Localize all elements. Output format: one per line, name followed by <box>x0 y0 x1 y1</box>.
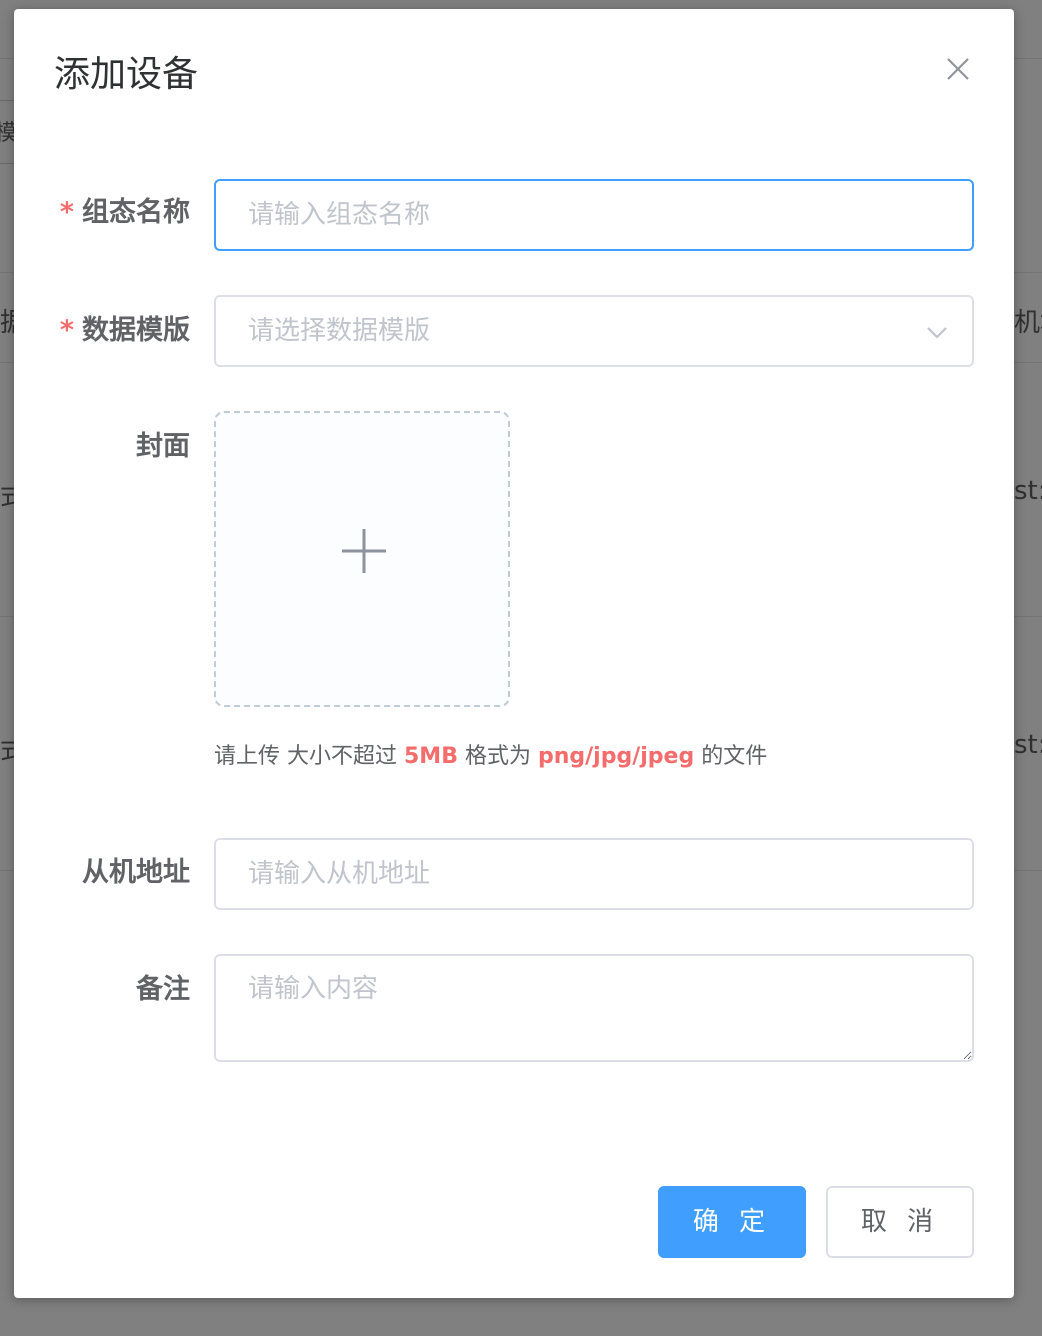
config-name-label-text: 组态名称 <box>82 197 190 228</box>
slave-address-label: 从机地址 <box>82 857 190 888</box>
close-icon <box>947 58 969 80</box>
data-template-select[interactable]: 请选择数据模版 <box>214 295 974 367</box>
bg-row1-right: st: <box>1014 476 1042 506</box>
upload-tip-prefix: 请上传 大小不超过 <box>214 744 404 769</box>
upload-tip-suffix: 的文件 <box>694 744 768 769</box>
data-template-label-text: 数据模版 <box>82 315 190 346</box>
remark-label: 备注 <box>136 974 190 1005</box>
chevron-down-icon <box>927 327 947 339</box>
upload-tip-size: 5MB <box>404 744 458 769</box>
bg-row2-right: st: <box>1014 730 1042 760</box>
confirm-button[interactable]: 确 定 <box>658 1186 806 1258</box>
required-mark: * <box>59 197 74 228</box>
bg-col-header-right: 机地 <box>1014 308 1042 338</box>
cover-upload-area[interactable] <box>214 411 510 707</box>
config-name-label: * 组态名称 <box>14 193 190 233</box>
cover-label: 封面 <box>136 431 190 462</box>
upload-tip: 请上传 大小不超过 5MB 格式为 png/jpg/jpeg 的文件 <box>214 739 767 775</box>
config-name-input[interactable] <box>214 179 974 251</box>
required-mark: * <box>59 315 74 346</box>
upload-tip-middle: 格式为 <box>457 744 538 769</box>
plus-icon <box>342 529 386 573</box>
close-button[interactable] <box>940 51 976 87</box>
data-template-placeholder: 请选择数据模版 <box>248 316 431 346</box>
data-template-label: * 数据模版 <box>14 311 190 351</box>
remark-textarea[interactable] <box>214 954 974 1062</box>
upload-tip-formats: png/jpg/jpeg <box>537 744 695 769</box>
slave-address-input[interactable] <box>214 838 974 910</box>
cancel-button[interactable]: 取 消 <box>826 1186 974 1258</box>
dialog-title: 添加设备 <box>54 54 199 95</box>
add-device-dialog: 添加设备 * 组态名称 * 数据模版 请选择数据模版 封面 请上传 大小不超过 5M… <box>14 9 1014 1298</box>
